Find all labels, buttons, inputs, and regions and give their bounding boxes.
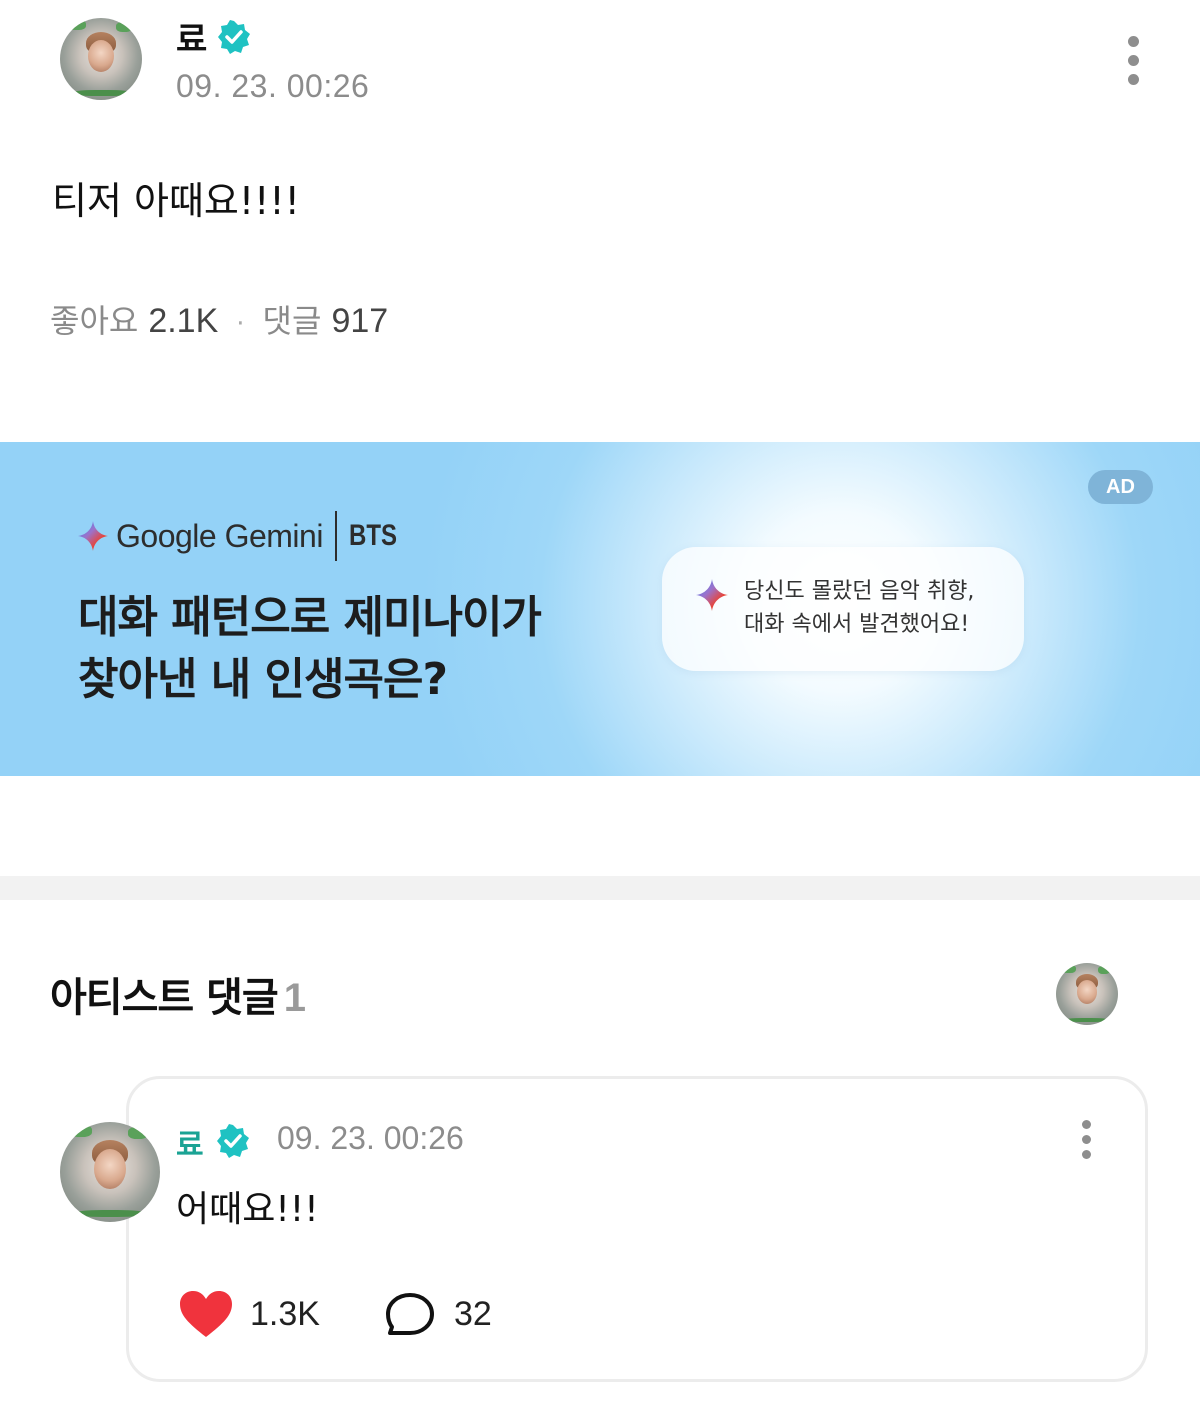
verified-badge-icon xyxy=(218,20,250,54)
gemini-sparkle-icon xyxy=(696,579,728,611)
ad-brand-divider xyxy=(334,511,337,561)
likes-label[interactable]: 좋아요 xyxy=(50,296,138,342)
ad-chat-bubble: 당신도 몰랐던 음악 취향, 대화 속에서 발견했어요! xyxy=(662,547,1024,671)
comment-likes-count[interactable]: 1.3K xyxy=(250,1295,320,1334)
likes-count[interactable]: 2.1K xyxy=(148,302,218,341)
ad-bubble-line1: 당신도 몰랐던 음악 취향, xyxy=(744,579,975,604)
ad-headline: 대화 패턴으로 제미나이가 찾아낸 내 인생곡은? xyxy=(78,587,542,711)
ad-headline-line1: 대화 패턴으로 제미나이가 xyxy=(78,592,542,643)
heart-icon[interactable] xyxy=(178,1289,234,1339)
ad-bubble-text: 당신도 몰랐던 음악 취향, 대화 속에서 발견했어요! xyxy=(744,575,974,641)
ad-badge: AD xyxy=(1088,470,1153,504)
ad-headline-line2: 찾아낸 내 인생곡은? xyxy=(78,654,448,705)
ad-banner[interactable]: AD Google Gemini BTS 대화 패턴으로 제미나이가 찾아낸 내… xyxy=(0,442,1200,776)
comment-bubble-icon[interactable] xyxy=(384,1291,436,1339)
comment-date: 09. 23. 00:26 xyxy=(277,1120,464,1156)
verified-badge-icon xyxy=(217,1124,249,1158)
post-author-name[interactable]: 료 xyxy=(176,12,207,61)
ad-brand-name: Google Gemini xyxy=(116,517,323,554)
comment-text: 어때요!!! xyxy=(176,1189,319,1230)
ad-bubble-line2: 대화 속에서 발견했어요! xyxy=(744,612,970,637)
comments-label[interactable]: 댓글 xyxy=(263,296,322,342)
stats-separator: · xyxy=(236,309,245,339)
post-author-avatar[interactable] xyxy=(60,18,142,100)
ad-partner-name: BTS xyxy=(348,519,397,552)
artist-comments-label: 아티스트 댓글 xyxy=(50,975,279,1021)
comments-count[interactable]: 917 xyxy=(331,302,388,341)
post-text: 티저 아때요!!!! xyxy=(52,179,300,223)
more-options-icon[interactable] xyxy=(1126,36,1140,86)
artist-avatar[interactable] xyxy=(1056,963,1118,1025)
comment-author-name[interactable]: 료 xyxy=(176,1120,204,1164)
post-stats: 좋아요 2.1K · 댓글 917 xyxy=(50,296,388,342)
post-date: 09. 23. 00:26 xyxy=(176,68,370,104)
ad-brand: Google Gemini BTS xyxy=(78,511,409,561)
comment-author-avatar[interactable] xyxy=(60,1122,160,1222)
gemini-sparkle-icon xyxy=(78,521,108,551)
artist-comments-count: 1 xyxy=(283,976,306,1020)
more-options-icon[interactable] xyxy=(1079,1120,1093,1159)
section-divider xyxy=(0,876,1200,900)
comment-replies-count[interactable]: 32 xyxy=(454,1295,492,1334)
artist-comments-title: 아티스트 댓글 1 xyxy=(50,965,306,1023)
